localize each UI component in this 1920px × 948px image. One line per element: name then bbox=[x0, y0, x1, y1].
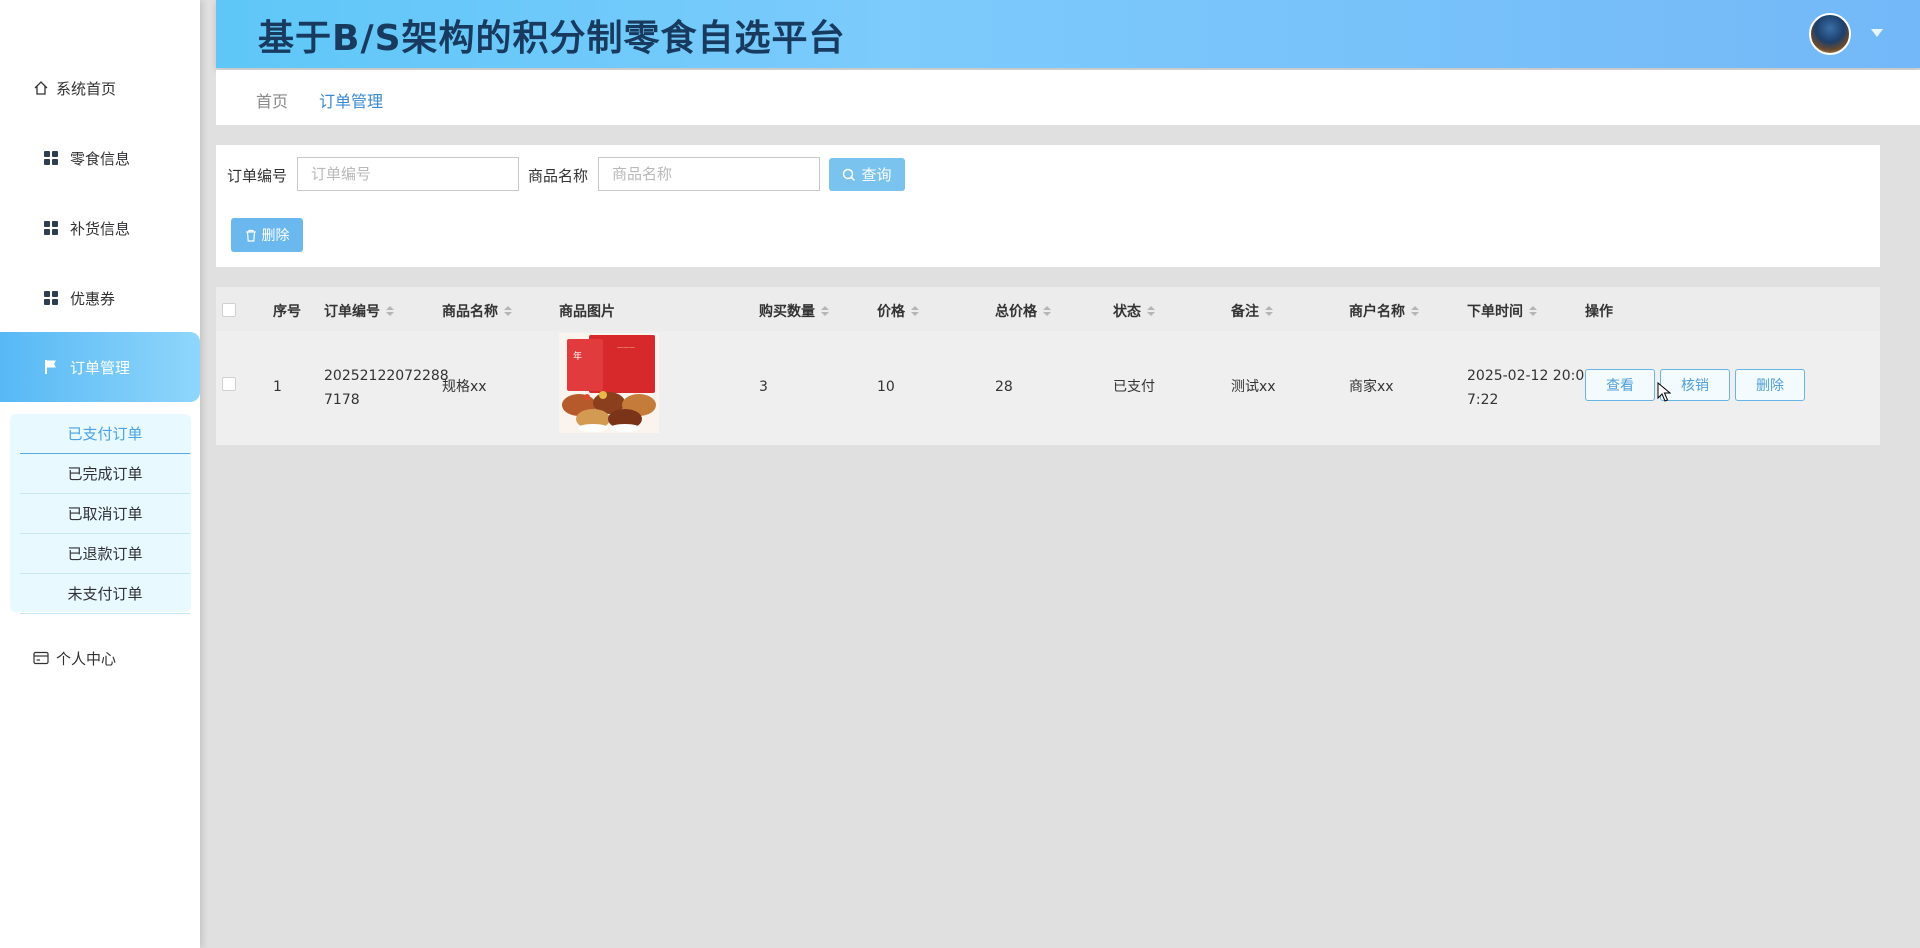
breadcrumb-current: 订单管理 bbox=[319, 92, 384, 111]
sidebar-item-restock[interactable]: 补货信息 bbox=[0, 193, 200, 263]
flag-icon bbox=[42, 358, 60, 376]
sidebar-item-label: 零食信息 bbox=[70, 149, 131, 168]
search-button-label: 查询 bbox=[861, 166, 892, 184]
svg-text:年: 年 bbox=[573, 350, 582, 362]
grid-icon bbox=[42, 219, 60, 237]
delete-button[interactable]: 删除 bbox=[1735, 369, 1805, 401]
col-status[interactable]: 状态 bbox=[1113, 301, 1155, 321]
row-checkbox[interactable] bbox=[222, 377, 236, 391]
col-actions: 操作 bbox=[1585, 304, 1613, 320]
top-header: 基于B/S架构的积分制零食自选平台 bbox=[216, 0, 1920, 68]
avatar[interactable] bbox=[1809, 13, 1851, 55]
sort-icon bbox=[504, 306, 512, 316]
breadcrumb: 首页 订单管理 bbox=[216, 70, 1920, 125]
sidebar-item-coupon[interactable]: 优惠券 bbox=[0, 263, 200, 333]
sidebar-item-label: 订单管理 bbox=[70, 358, 131, 377]
sort-icon bbox=[1147, 306, 1155, 316]
order-no-input[interactable] bbox=[297, 157, 519, 191]
sort-icon bbox=[1529, 306, 1537, 316]
product-image: 年 ——— bbox=[559, 333, 659, 433]
col-index: 序号 bbox=[273, 304, 301, 320]
cell-product: 规格xx bbox=[442, 379, 487, 395]
submenu-item-paid[interactable]: 已支付订单 bbox=[20, 414, 190, 454]
trash-icon bbox=[245, 229, 257, 242]
table-row: 1 20252122072288 7178 规格xx 年 ——— 3 10 28… bbox=[216, 331, 1880, 445]
search-icon bbox=[842, 168, 856, 182]
home-icon bbox=[32, 79, 50, 97]
grid-icon bbox=[42, 289, 60, 307]
submenu-item-refunded[interactable]: 已退款订单 bbox=[20, 534, 190, 574]
col-product[interactable]: 商品名称 bbox=[442, 301, 512, 321]
cell-remark: 测试xx bbox=[1231, 379, 1276, 395]
col-total[interactable]: 总价格 bbox=[995, 301, 1051, 321]
svg-text:———: ——— bbox=[617, 344, 635, 351]
cell-quantity: 3 bbox=[759, 379, 768, 395]
sort-icon bbox=[821, 306, 829, 316]
col-price[interactable]: 价格 bbox=[877, 301, 919, 321]
grid-icon bbox=[42, 149, 60, 167]
sort-icon bbox=[386, 306, 394, 316]
breadcrumb-home[interactable]: 首页 bbox=[256, 88, 288, 112]
sidebar-item-profile[interactable]: 个人中心 bbox=[0, 623, 200, 693]
col-image: 商品图片 bbox=[559, 304, 615, 320]
sidebar-item-home[interactable]: 系统首页 bbox=[0, 53, 200, 123]
sort-icon bbox=[911, 306, 919, 316]
submenu-item-cancelled[interactable]: 已取消订单 bbox=[20, 494, 190, 534]
sort-icon bbox=[1265, 306, 1273, 316]
cell-index: 1 bbox=[273, 379, 282, 395]
cell-status: 已支付 bbox=[1113, 379, 1155, 395]
card-icon bbox=[32, 649, 50, 667]
cell-total: 28 bbox=[995, 379, 1013, 395]
search-panel: 订单编号 商品名称 查询 删除 bbox=[216, 145, 1880, 267]
sidebar: 系统首页 零食信息 补货信息 优惠券 订单管理 已支付订单 已完成订单 已取消订… bbox=[0, 0, 200, 948]
mouse-cursor-icon bbox=[1657, 381, 1672, 406]
sidebar-item-label: 个人中心 bbox=[56, 649, 117, 668]
col-remark[interactable]: 备注 bbox=[1231, 301, 1273, 321]
sidebar-item-label: 优惠券 bbox=[70, 289, 116, 308]
orders-table: 序号 订单编号 商品名称 商品图片 购买数量 价格 总价格 状态 备注 商户名称… bbox=[216, 287, 1880, 445]
order-no-label: 订单编号 bbox=[227, 167, 288, 185]
cell-merchant: 商家xx bbox=[1349, 379, 1394, 395]
sort-icon bbox=[1411, 306, 1419, 316]
select-all-checkbox[interactable] bbox=[222, 303, 236, 317]
col-order-no[interactable]: 订单编号 bbox=[324, 301, 394, 321]
cell-time: 2025-02-12 20:0 7:22 bbox=[1467, 368, 1585, 408]
cell-price: 10 bbox=[877, 379, 895, 395]
sidebar-item-orders[interactable]: 订单管理 bbox=[0, 332, 200, 402]
batch-delete-label: 删除 bbox=[261, 228, 290, 244]
sort-icon bbox=[1043, 306, 1051, 316]
submenu-item-completed[interactable]: 已完成订单 bbox=[20, 454, 190, 494]
product-name-input[interactable] bbox=[598, 157, 820, 191]
col-merchant[interactable]: 商户名称 bbox=[1349, 301, 1419, 321]
batch-delete-button[interactable]: 删除 bbox=[231, 218, 303, 252]
submenu-item-unpaid[interactable]: 未支付订单 bbox=[20, 574, 190, 614]
col-time[interactable]: 下单时间 bbox=[1467, 301, 1537, 321]
sidebar-item-label: 补货信息 bbox=[70, 219, 131, 238]
col-quantity[interactable]: 购买数量 bbox=[759, 301, 829, 321]
cell-order-no: 20252122072288 7178 bbox=[324, 368, 449, 408]
view-button[interactable]: 查看 bbox=[1585, 369, 1655, 401]
sidebar-item-label: 系统首页 bbox=[56, 79, 117, 98]
search-button[interactable]: 查询 bbox=[829, 158, 905, 191]
site-title: 基于B/S架构的积分制零食自选平台 bbox=[258, 18, 846, 59]
caret-down-icon[interactable] bbox=[1871, 29, 1883, 37]
orders-submenu: 已支付订单 已完成订单 已取消订单 已退款订单 未支付订单 bbox=[10, 414, 191, 614]
product-name-label: 商品名称 bbox=[528, 167, 589, 185]
table-header: 序号 订单编号 商品名称 商品图片 购买数量 价格 总价格 状态 备注 商户名称… bbox=[216, 287, 1880, 331]
sidebar-item-snack[interactable]: 零食信息 bbox=[0, 123, 200, 193]
